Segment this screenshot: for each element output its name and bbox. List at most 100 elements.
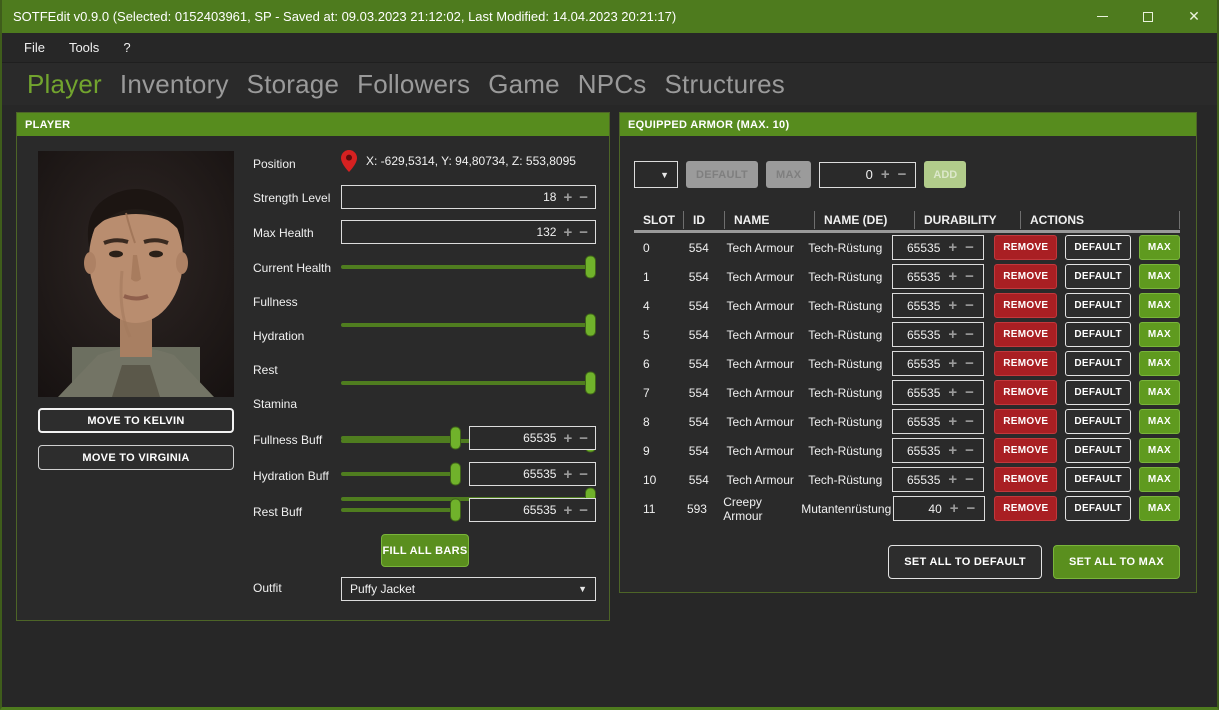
max-button[interactable]: MAX — [1139, 351, 1180, 376]
decrement-icon[interactable]: − — [965, 298, 974, 313]
increment-icon[interactable]: + — [563, 190, 572, 205]
increment-icon[interactable]: + — [948, 269, 957, 284]
decrement-icon[interactable]: − — [579, 225, 588, 240]
buff-slider[interactable] — [341, 462, 461, 486]
tab[interactable]: Structures — [660, 69, 791, 100]
default-button[interactable]: DEFAULT — [1065, 438, 1130, 463]
durability-spinner[interactable]: 65535 + − — [892, 322, 984, 347]
decrement-icon[interactable]: − — [965, 356, 974, 371]
increment-icon[interactable]: + — [948, 472, 957, 487]
max-button[interactable]: MAX — [1139, 322, 1180, 347]
decrement-icon[interactable]: − — [579, 503, 588, 518]
increment-icon[interactable]: + — [948, 356, 957, 371]
decrement-icon[interactable]: − — [965, 443, 974, 458]
decrement-icon[interactable]: − — [579, 190, 588, 205]
toolbar-max-button[interactable]: MAX — [766, 161, 811, 188]
tab[interactable]: NPCs — [573, 69, 652, 100]
move-to-virginia-button[interactable]: MOVE TO VIRGINIA — [38, 445, 234, 470]
slider-thumb[interactable] — [450, 499, 461, 522]
max-health-spinner[interactable]: 132 + − — [341, 220, 596, 244]
set-all-to-max-button[interactable]: SET ALL TO MAX — [1053, 545, 1180, 579]
decrement-icon[interactable]: − — [965, 327, 974, 342]
default-button[interactable]: DEFAULT — [1065, 235, 1130, 260]
max-button[interactable]: MAX — [1139, 380, 1180, 405]
outfit-select[interactable]: Puffy Jacket ▼ — [341, 577, 596, 601]
decrement-icon[interactable]: − — [579, 467, 588, 482]
toolbar-qty-spinner[interactable]: 0 + − — [819, 162, 916, 188]
max-button[interactable]: MAX — [1139, 467, 1180, 492]
slider-thumb[interactable] — [585, 256, 596, 279]
durability-spinner[interactable]: 65535 + − — [892, 264, 984, 289]
remove-button[interactable]: REMOVE — [994, 264, 1057, 289]
remove-button[interactable]: REMOVE — [994, 438, 1057, 463]
remove-button[interactable]: REMOVE — [994, 409, 1057, 434]
increment-icon[interactable]: + — [948, 414, 957, 429]
menu-item[interactable]: ? — [113, 36, 140, 59]
stat-slider[interactable] — [341, 255, 596, 279]
increment-icon[interactable]: + — [948, 240, 957, 255]
max-button[interactable]: MAX — [1139, 293, 1180, 318]
slider-thumb[interactable] — [450, 427, 461, 450]
remove-button[interactable]: REMOVE — [994, 467, 1057, 492]
tab[interactable]: Game — [483, 69, 565, 100]
durability-spinner[interactable]: 65535 + − — [892, 467, 984, 492]
stat-slider[interactable] — [341, 313, 596, 337]
remove-button[interactable]: REMOVE — [994, 322, 1057, 347]
toolbar-default-button[interactable]: DEFAULT — [686, 161, 758, 188]
buff-slider[interactable] — [341, 498, 461, 522]
add-button[interactable]: ADD — [924, 161, 966, 188]
default-button[interactable]: DEFAULT — [1065, 496, 1130, 521]
max-button[interactable]: MAX — [1139, 496, 1180, 521]
decrement-icon[interactable]: − — [898, 167, 907, 182]
durability-spinner[interactable]: 65535 + − — [892, 438, 984, 463]
remove-button[interactable]: REMOVE — [994, 380, 1057, 405]
durability-spinner[interactable]: 65535 + − — [892, 351, 984, 376]
default-button[interactable]: DEFAULT — [1065, 467, 1130, 492]
remove-button[interactable]: REMOVE — [994, 293, 1057, 318]
buff-spinner[interactable]: 65535 + − — [469, 498, 596, 522]
remove-button[interactable]: REMOVE — [994, 351, 1057, 376]
buff-slider[interactable] — [341, 426, 461, 450]
increment-icon[interactable]: + — [948, 385, 957, 400]
decrement-icon[interactable]: − — [965, 472, 974, 487]
decrement-icon[interactable]: − — [965, 269, 974, 284]
default-button[interactable]: DEFAULT — [1065, 409, 1130, 434]
max-button[interactable]: MAX — [1139, 264, 1180, 289]
durability-spinner[interactable]: 65535 + − — [892, 293, 984, 318]
max-button[interactable]: MAX — [1139, 235, 1180, 260]
decrement-icon[interactable]: − — [965, 240, 974, 255]
increment-icon[interactable]: + — [563, 467, 572, 482]
remove-button[interactable]: REMOVE — [994, 496, 1057, 521]
increment-icon[interactable]: + — [948, 443, 957, 458]
default-button[interactable]: DEFAULT — [1065, 293, 1130, 318]
stat-slider[interactable] — [341, 371, 596, 395]
maximize-button[interactable] — [1125, 0, 1171, 33]
close-button[interactable]: ✕ — [1171, 0, 1217, 33]
tab[interactable]: Storage — [242, 69, 344, 100]
decrement-icon[interactable]: − — [579, 431, 588, 446]
tab[interactable]: Followers — [352, 69, 475, 100]
default-button[interactable]: DEFAULT — [1065, 351, 1130, 376]
slider-thumb[interactable] — [450, 463, 461, 486]
durability-spinner[interactable]: 65535 + − — [892, 235, 984, 260]
remove-button[interactable]: REMOVE — [994, 235, 1057, 260]
increment-icon[interactable]: + — [881, 167, 890, 182]
tab[interactable]: Player — [22, 69, 107, 100]
default-button[interactable]: DEFAULT — [1065, 264, 1130, 289]
max-button[interactable]: MAX — [1139, 409, 1180, 434]
fill-all-bars-button[interactable]: FILL ALL BARS — [381, 534, 469, 567]
minimize-button[interactable] — [1079, 0, 1125, 33]
buff-spinner[interactable]: 65535 + − — [469, 426, 596, 450]
strength-spinner[interactable]: 18 + − — [341, 185, 596, 209]
set-all-to-default-button[interactable]: SET ALL TO DEFAULT — [888, 545, 1042, 579]
decrement-icon[interactable]: − — [965, 385, 974, 400]
increment-icon[interactable]: + — [563, 503, 572, 518]
armor-item-select[interactable]: ▼ — [634, 161, 678, 188]
increment-icon[interactable]: + — [948, 298, 957, 313]
default-button[interactable]: DEFAULT — [1065, 322, 1130, 347]
increment-icon[interactable]: + — [563, 225, 572, 240]
durability-spinner[interactable]: 65535 + − — [892, 380, 984, 405]
durability-spinner[interactable]: 40 + − — [893, 496, 985, 521]
tab[interactable]: Inventory — [115, 69, 234, 100]
increment-icon[interactable]: + — [948, 327, 957, 342]
